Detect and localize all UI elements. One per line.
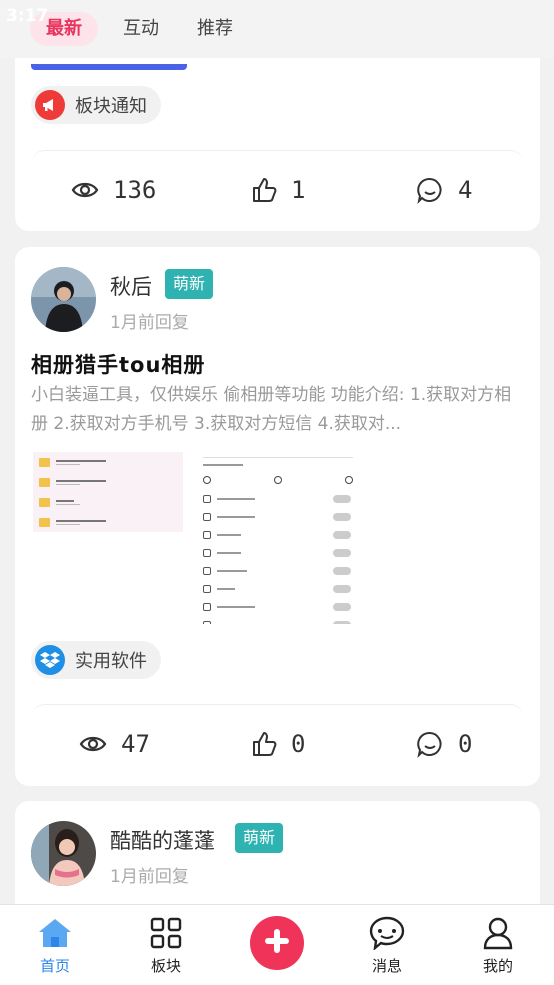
nav-home[interactable]: 首页 bbox=[15, 915, 95, 976]
settings-row bbox=[203, 546, 353, 560]
eye-icon bbox=[79, 733, 107, 755]
board-tag[interactable]: 实用软件 bbox=[31, 641, 161, 679]
top-tab-bar: 3:17 最新 互动 推荐 bbox=[0, 0, 554, 58]
like-button[interactable]: 0 bbox=[251, 705, 305, 783]
nav-messages[interactable]: 消息 bbox=[347, 915, 427, 976]
nav-mine[interactable]: 我的 bbox=[458, 915, 538, 976]
tab-interaction[interactable]: 互动 bbox=[112, 12, 170, 46]
reply-time: 1月前回复 bbox=[110, 313, 189, 333]
post-excerpt[interactable]: 小白装逼工具，仅供娱乐 偷相册等功能 功能介绍: 1.获取对方相册 2.获取对方… bbox=[31, 381, 526, 439]
status-time: 3:17 bbox=[6, 6, 49, 26]
settings-row bbox=[203, 528, 353, 542]
home-icon bbox=[15, 915, 95, 951]
settings-row bbox=[203, 492, 353, 506]
image-bottom-edge bbox=[31, 64, 187, 70]
nav-messages-label: 消息 bbox=[371, 957, 402, 975]
nav-boards-label: 板块 bbox=[150, 957, 181, 975]
view-count-value: 136 bbox=[113, 176, 157, 204]
radio-row bbox=[203, 476, 353, 486]
board-tag-label: 板块通知 bbox=[75, 96, 147, 117]
settings-row bbox=[203, 582, 353, 596]
view-count: 47 bbox=[79, 705, 150, 783]
eye-icon bbox=[71, 179, 99, 201]
like-button[interactable]: 1 bbox=[251, 151, 305, 229]
comment-icon bbox=[416, 730, 444, 758]
post-image-1[interactable] bbox=[31, 452, 184, 624]
post-card[interactable]: 秋后 萌新 1月前回复 相册猎手tou相册 小白装逼工具，仅供娱乐 偷相册等功能… bbox=[15, 247, 540, 786]
avatar[interactable] bbox=[31, 267, 96, 332]
reply-time: 1月前回复 bbox=[110, 867, 189, 887]
thumbs-up-icon bbox=[251, 177, 277, 203]
comment-button[interactable]: 0 bbox=[416, 705, 472, 783]
comment-count-value: 0 bbox=[458, 730, 473, 758]
settings-row bbox=[203, 600, 353, 614]
comment-icon bbox=[416, 176, 444, 204]
settings-row bbox=[203, 564, 353, 578]
post-image-2[interactable] bbox=[201, 452, 355, 624]
folder-row bbox=[33, 452, 183, 472]
screenshot-heading bbox=[203, 464, 243, 466]
author-name[interactable]: 秋后 bbox=[110, 271, 152, 301]
view-count-value: 47 bbox=[121, 730, 150, 758]
post-title[interactable]: 相册猎手tou相册 bbox=[31, 349, 205, 379]
dropbox-icon bbox=[35, 645, 65, 675]
post-images[interactable] bbox=[31, 452, 371, 624]
thumbs-up-icon bbox=[251, 731, 277, 757]
board-tag-label: 实用软件 bbox=[75, 651, 147, 672]
post-stats: 47 0 0 bbox=[31, 704, 524, 782]
comment-button[interactable]: 4 bbox=[416, 151, 472, 229]
plus-icon bbox=[264, 928, 290, 958]
settings-row bbox=[203, 618, 353, 624]
grid-icon bbox=[126, 915, 206, 951]
settings-row bbox=[203, 510, 353, 524]
post-stats: 136 1 4 bbox=[31, 150, 524, 228]
megaphone-icon bbox=[35, 90, 65, 120]
bottom-navigation: 首页 板块 消息 我的 bbox=[0, 904, 554, 985]
folder-row bbox=[33, 472, 183, 492]
board-tag[interactable]: 板块通知 bbox=[31, 86, 161, 124]
view-count: 136 bbox=[71, 151, 156, 229]
level-badge: 萌新 bbox=[235, 823, 284, 853]
author-name[interactable]: 酷酷的蓬蓬 bbox=[110, 825, 215, 855]
like-count-value: 0 bbox=[291, 730, 306, 758]
nav-home-label: 首页 bbox=[39, 957, 70, 975]
comment-count-value: 4 bbox=[458, 176, 473, 204]
avatar[interactable] bbox=[31, 821, 96, 886]
add-post-button[interactable] bbox=[250, 916, 304, 970]
folder-row bbox=[33, 492, 183, 512]
chat-bubble-icon bbox=[347, 915, 427, 951]
level-badge: 萌新 bbox=[165, 269, 214, 299]
folder-row bbox=[33, 512, 183, 532]
tab-recommend[interactable]: 推荐 bbox=[186, 12, 244, 46]
user-icon bbox=[458, 915, 538, 951]
like-count-value: 1 bbox=[291, 176, 306, 204]
screenshot-header bbox=[203, 452, 353, 458]
nav-boards[interactable]: 板块 bbox=[126, 915, 206, 976]
nav-mine-label: 我的 bbox=[482, 957, 513, 975]
